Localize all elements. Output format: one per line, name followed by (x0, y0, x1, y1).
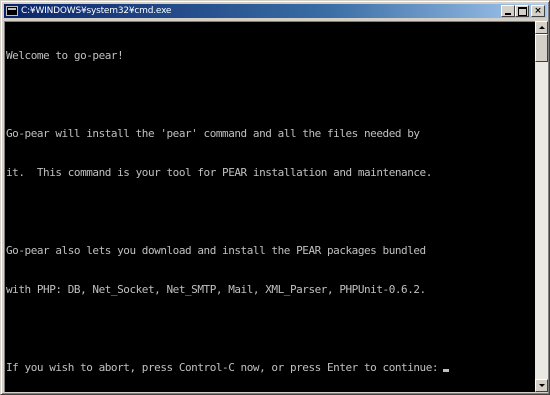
vertical-scrollbar[interactable] (535, 21, 548, 392)
console-output[interactable]: Welcome to go-pear! Go-pear will install… (4, 21, 535, 392)
prompt-text: If you wish to abort, press Control-C no… (6, 361, 439, 374)
console-icon[interactable] (6, 6, 18, 16)
minimize-button[interactable] (501, 5, 515, 17)
console-line: Go-pear will install the 'pear' command … (6, 127, 420, 140)
console-window: C:¥WINDOWS¥system32¥cmd.exe × Welcome to… (0, 0, 550, 395)
close-button[interactable]: × (531, 5, 545, 17)
scroll-thumb[interactable] (535, 34, 548, 62)
console-line: Welcome to go-pear! (6, 49, 124, 62)
title-buttons: × (501, 5, 545, 17)
close-icon: × (534, 6, 542, 16)
scroll-up-button[interactable] (535, 21, 548, 34)
text-cursor (443, 369, 450, 372)
console-line: with PHP: DB, Net_Socket, Net_SMTP, Mail… (6, 283, 426, 296)
console-line: it. This command is your tool for PEAR i… (6, 166, 432, 179)
title-bar[interactable]: C:¥WINDOWS¥system32¥cmd.exe × (4, 4, 547, 18)
scroll-down-button[interactable] (535, 379, 548, 392)
prompt-line: If you wish to abort, press Control-C no… (6, 361, 450, 374)
window-title: C:¥WINDOWS¥system32¥cmd.exe (21, 6, 172, 16)
maximize-button[interactable] (515, 5, 529, 17)
console-line: Go-pear also lets you download and insta… (6, 244, 426, 257)
